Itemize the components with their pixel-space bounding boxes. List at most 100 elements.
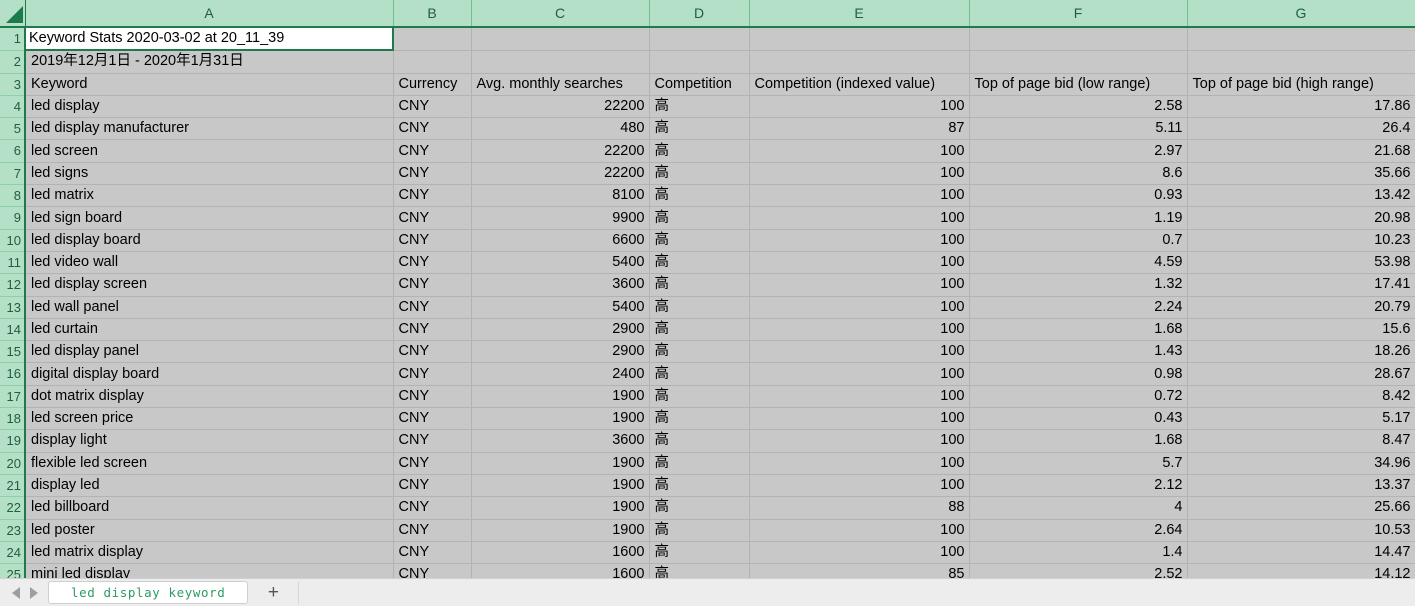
cell-currency-17[interactable]: CNY: [393, 385, 471, 407]
row-header-19[interactable]: 19: [0, 430, 25, 452]
cell-keyword-10[interactable]: led display board: [25, 229, 393, 251]
row-header-14[interactable]: 14: [0, 318, 25, 340]
cell-bid-low-14[interactable]: 1.68: [969, 318, 1187, 340]
cell-searches-11[interactable]: 5400: [471, 251, 649, 273]
cell-competition-5[interactable]: 高: [649, 118, 749, 140]
row-header-20[interactable]: 20: [0, 452, 25, 474]
row-header-18[interactable]: 18: [0, 408, 25, 430]
cell-indexed-11[interactable]: 100: [749, 251, 969, 273]
cell-currency-8[interactable]: CNY: [393, 185, 471, 207]
cell-bid-low-6[interactable]: 2.97: [969, 140, 1187, 162]
header-cell-keyword[interactable]: Keyword: [25, 73, 393, 95]
cell-currency-12[interactable]: CNY: [393, 274, 471, 296]
cell-bid-low-12[interactable]: 1.32: [969, 274, 1187, 296]
cell-keyword-7[interactable]: led signs: [25, 162, 393, 184]
cell-bid-high-23[interactable]: 10.53: [1187, 519, 1415, 541]
cell-d2[interactable]: [649, 50, 749, 73]
cell-g2[interactable]: [1187, 50, 1415, 73]
cell-bid-high-21[interactable]: 13.37: [1187, 474, 1415, 496]
cell-competition-7[interactable]: 高: [649, 162, 749, 184]
cell-keyword-12[interactable]: led display screen: [25, 274, 393, 296]
cell-bid-low-19[interactable]: 1.68: [969, 430, 1187, 452]
cell-indexed-21[interactable]: 100: [749, 474, 969, 496]
cell-searches-9[interactable]: 9900: [471, 207, 649, 229]
cell-competition-4[interactable]: 高: [649, 95, 749, 117]
cell-currency-15[interactable]: CNY: [393, 341, 471, 363]
cell-keyword-8[interactable]: led matrix: [25, 185, 393, 207]
cell-keyword-14[interactable]: led curtain: [25, 318, 393, 340]
cell-bid-high-6[interactable]: 21.68: [1187, 140, 1415, 162]
cell-d1[interactable]: [649, 27, 749, 50]
cell-bid-low-13[interactable]: 2.24: [969, 296, 1187, 318]
cell-competition-11[interactable]: 高: [649, 251, 749, 273]
header-cell-currency[interactable]: Currency: [393, 73, 471, 95]
column-header-b[interactable]: B: [393, 0, 471, 27]
column-header-g[interactable]: G: [1187, 0, 1415, 27]
header-cell-avg-monthly-searches[interactable]: Avg. monthly searches: [471, 73, 649, 95]
row-header-11[interactable]: 11: [0, 251, 25, 273]
cell-keyword-17[interactable]: dot matrix display: [25, 385, 393, 407]
cell-competition-22[interactable]: 高: [649, 497, 749, 519]
cell-c1[interactable]: [471, 27, 649, 50]
cell-indexed-7[interactable]: 100: [749, 162, 969, 184]
cell-currency-9[interactable]: CNY: [393, 207, 471, 229]
cell-currency-10[interactable]: CNY: [393, 229, 471, 251]
cell-keyword-22[interactable]: led billboard: [25, 497, 393, 519]
column-header-c[interactable]: C: [471, 0, 649, 27]
cell-bid-low-15[interactable]: 1.43: [969, 341, 1187, 363]
cell-indexed-12[interactable]: 100: [749, 274, 969, 296]
cell-currency-11[interactable]: CNY: [393, 251, 471, 273]
cell-competition-19[interactable]: 高: [649, 430, 749, 452]
cell-searches-13[interactable]: 5400: [471, 296, 649, 318]
cell-bid-high-14[interactable]: 15.6: [1187, 318, 1415, 340]
cell-keyword-18[interactable]: led screen price: [25, 408, 393, 430]
cell-currency-21[interactable]: CNY: [393, 474, 471, 496]
cell-searches-17[interactable]: 1900: [471, 385, 649, 407]
cell-searches-18[interactable]: 1900: [471, 408, 649, 430]
row-header-9[interactable]: 9: [0, 207, 25, 229]
cell-indexed-9[interactable]: 100: [749, 207, 969, 229]
row-header-4[interactable]: 4: [0, 95, 25, 117]
cell-searches-7[interactable]: 22200: [471, 162, 649, 184]
cell-indexed-23[interactable]: 100: [749, 519, 969, 541]
header-cell-competition[interactable]: Competition: [649, 73, 749, 95]
cell-competition-6[interactable]: 高: [649, 140, 749, 162]
cell-currency-14[interactable]: CNY: [393, 318, 471, 340]
cell-bid-high-13[interactable]: 20.79: [1187, 296, 1415, 318]
cell-indexed-6[interactable]: 100: [749, 140, 969, 162]
cell-keyword-21[interactable]: display led: [25, 474, 393, 496]
sheet-tab-active[interactable]: led display keyword: [48, 581, 248, 604]
cell-bid-high-4[interactable]: 17.86: [1187, 95, 1415, 117]
cell-bid-low-10[interactable]: 0.7: [969, 229, 1187, 251]
next-sheet-arrow-icon[interactable]: [30, 587, 38, 599]
row-header-17[interactable]: 17: [0, 385, 25, 407]
cell-searches-23[interactable]: 1900: [471, 519, 649, 541]
cell-searches-20[interactable]: 1900: [471, 452, 649, 474]
add-sheet-button[interactable]: +: [262, 582, 299, 604]
cell-searches-15[interactable]: 2900: [471, 341, 649, 363]
cell-indexed-13[interactable]: 100: [749, 296, 969, 318]
cell-competition-25[interactable]: 高: [649, 564, 749, 578]
cell-competition-10[interactable]: 高: [649, 229, 749, 251]
cell-competition-14[interactable]: 高: [649, 318, 749, 340]
cell-f2[interactable]: [969, 50, 1187, 73]
cell-competition-9[interactable]: 高: [649, 207, 749, 229]
cell-bid-low-18[interactable]: 0.43: [969, 408, 1187, 430]
cell-bid-low-4[interactable]: 2.58: [969, 95, 1187, 117]
cell-searches-22[interactable]: 1900: [471, 497, 649, 519]
cell-c2[interactable]: [471, 50, 649, 73]
cell-bid-high-22[interactable]: 25.66: [1187, 497, 1415, 519]
cell-keyword-11[interactable]: led video wall: [25, 251, 393, 273]
cell-bid-low-9[interactable]: 1.19: [969, 207, 1187, 229]
cell-bid-low-5[interactable]: 5.11: [969, 118, 1187, 140]
row-header-1[interactable]: 1: [0, 27, 25, 50]
row-header-2[interactable]: 2: [0, 50, 25, 73]
cell-competition-8[interactable]: 高: [649, 185, 749, 207]
cell-b2[interactable]: [393, 50, 471, 73]
row-header-5[interactable]: 5: [0, 118, 25, 140]
row-header-7[interactable]: 7: [0, 162, 25, 184]
row-header-25[interactable]: 25: [0, 564, 25, 578]
cell-competition-21[interactable]: 高: [649, 474, 749, 496]
cell-bid-low-23[interactable]: 2.64: [969, 519, 1187, 541]
cell-competition-15[interactable]: 高: [649, 341, 749, 363]
